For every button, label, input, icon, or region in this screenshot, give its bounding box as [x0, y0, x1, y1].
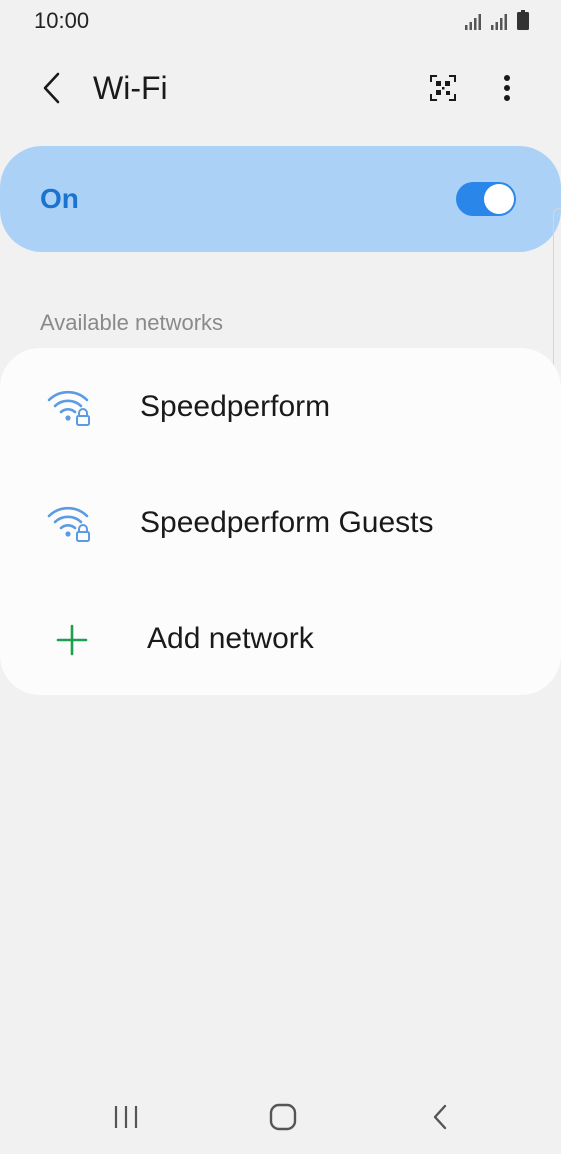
section-title-available-networks: Available networks — [40, 310, 224, 335]
home-button[interactable] — [258, 1092, 308, 1142]
plus-icon — [56, 624, 88, 661]
add-network-label: Add network — [147, 622, 314, 655]
back-button[interactable] — [30, 66, 74, 110]
app-bar: Wi-Fi — [0, 50, 561, 126]
more-options-icon — [504, 75, 510, 101]
back-arrow-icon — [43, 72, 60, 104]
qr-code-scan-icon — [430, 75, 456, 101]
status-icons — [465, 10, 529, 35]
switch-knob — [484, 184, 514, 214]
wifi-lock-icon — [46, 502, 92, 547]
status-time: 10:00 — [34, 8, 90, 33]
more-options-button[interactable] — [485, 66, 529, 110]
signal-icon — [491, 12, 511, 35]
wifi-master-toggle[interactable]: On — [0, 146, 561, 252]
signal-icon — [465, 12, 485, 35]
recents-button[interactable] — [101, 1092, 151, 1142]
nav-back-button[interactable] — [415, 1092, 465, 1142]
qr-scan-button[interactable] — [421, 66, 465, 110]
network-ssid: Speedperform Guests — [140, 506, 434, 539]
wifi-switch[interactable] — [456, 182, 516, 216]
back-icon — [433, 1104, 447, 1130]
network-item-speedperform[interactable]: Speedperform — [0, 348, 561, 464]
battery-icon — [517, 10, 529, 35]
add-network-button[interactable]: Add network — [0, 580, 561, 696]
recents-icon — [114, 1106, 138, 1128]
page-title: Wi-Fi — [93, 70, 168, 106]
navigation-bar — [0, 1080, 561, 1154]
wifi-state-label: On — [40, 183, 79, 214]
network-ssid: Speedperform — [140, 390, 331, 423]
home-icon — [269, 1103, 297, 1131]
networks-list: Speedperform Speedperform Guests Add net… — [0, 348, 561, 695]
status-bar: 10:00 — [0, 0, 561, 44]
network-item-speedperform-guests[interactable]: Speedperform Guests — [0, 464, 561, 580]
wifi-lock-icon — [46, 386, 92, 431]
